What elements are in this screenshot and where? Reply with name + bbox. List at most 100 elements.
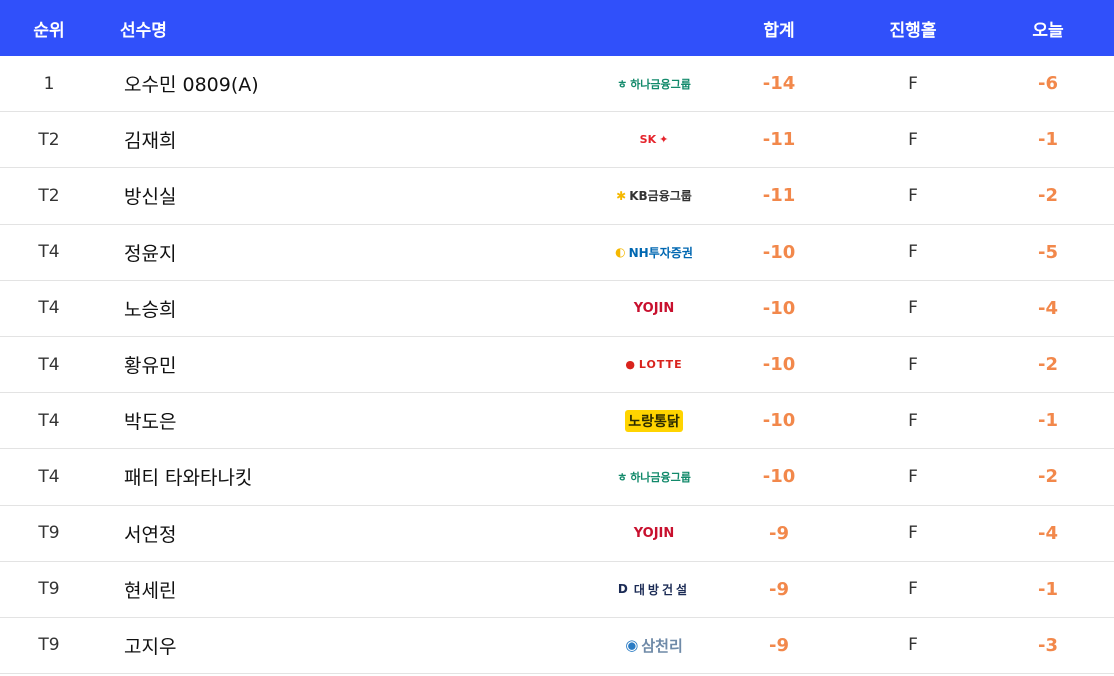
today-score: -2 [1038,354,1058,376]
header-holes: 진행홀 [889,20,937,41]
rank-cell: T9 [38,523,60,544]
nh-logo-icon: ◐ [615,245,626,260]
today-score: -2 [1038,466,1058,488]
sponsor-text: 삼천리 [641,636,683,655]
rank-cell: T4 [38,466,60,487]
table-row[interactable]: 1 오수민 0809(A) ㅎ 하나금융그룹 -14 F -6 [0,56,1114,113]
sponsor-logo: YOJIN [528,526,780,541]
player-name[interactable]: 현세린 [98,576,528,603]
sponsor-text: SK [639,133,657,147]
hana-logo-icon: ㅎ [617,77,628,91]
player-name[interactable]: 정윤지 [98,239,528,266]
sponsor-logo: ◐ NH투자증권 [528,244,780,261]
rank-cell: 1 [43,73,55,94]
sponsor-text: KB금융그룹 [629,189,692,204]
total-score: -11 [762,129,796,151]
sponsor-text: 노랑통닭 [628,413,680,430]
today-score: -4 [1038,522,1058,544]
total-score: -10 [762,410,796,432]
rank-cell: T9 [38,579,60,600]
player-name[interactable]: 패티 타와타나킷 [98,463,528,490]
holes-cell: F [908,523,918,544]
sponsor-logo: ✱ KB금융그룹 [528,187,780,204]
player-name[interactable]: 박도은 [98,407,528,434]
table-row[interactable]: T4 정윤지 ◐ NH투자증권 -10 F -5 [0,225,1114,281]
sponsor-logo: D 대방건설 [528,581,780,598]
today-score: -3 [1038,634,1058,656]
today-score: -1 [1038,129,1058,151]
leaderboard: 순위 선수명 합계 진행홀 오늘 1 오수민 0809(A) ㅎ 하나금융그룹 -14 F… [0,0,1114,675]
table-row[interactable]: T4 노승희 YOJIN -10 F -4 [0,281,1114,337]
total-score: -10 [762,241,796,263]
holes-cell: F [908,354,918,375]
today-score: -5 [1038,241,1058,263]
sponsor-text: 하나금융그룹 [630,470,691,484]
today-score: -2 [1038,185,1058,207]
sponsor-text: YOJIN [633,525,675,541]
table-row[interactable]: T9 현세린 D 대방건설 -9 F -1 [0,562,1114,618]
total-score: -10 [762,466,796,488]
table-row[interactable]: T4 황유민 ● LOTTE -10 F -2 [0,337,1114,394]
today-score: -1 [1038,578,1058,600]
today-score: -6 [1038,73,1058,95]
holes-cell: F [908,242,918,263]
header-total: 합계 [763,20,795,41]
today-score: -4 [1038,297,1058,319]
table-row[interactable]: T2 방신실 ✱ KB금융그룹 -11 F -2 [0,168,1114,225]
holes-cell: F [908,73,918,94]
player-name[interactable]: 김재희 [98,126,528,153]
sponsor-text: LOTTE [638,358,683,372]
holes-cell: F [908,466,918,487]
rank-cell: T4 [38,298,60,319]
player-name[interactable]: 황유민 [98,351,528,378]
today-score: -1 [1038,410,1058,432]
sponsor-logo: ● LOTTE [528,358,780,371]
holes-cell: F [908,298,918,319]
header-rank: 순위 [33,20,65,41]
hana-logo-icon: ㅎ [617,470,628,484]
header-player: 선수명 [120,20,167,41]
table-row[interactable]: T4 패티 타와타나킷 ㅎ 하나금융그룹 -10 F -2 [0,449,1114,506]
total-score: -9 [769,578,789,600]
leaderboard-rows: 1 오수민 0809(A) ㅎ 하나금융그룹 -14 F -6 T2 김재희 SK ✦ -11 F -1 T… [0,56,1114,675]
sponsor-logo: ㅎ 하나금융그룹 [528,469,780,485]
player-name[interactable]: 노승희 [98,295,528,322]
sponsor-text: 하나금융그룹 [630,77,691,91]
sponsor-text: YOJIN [633,300,675,316]
sponsor-text: NH투자증권 [628,245,693,260]
sponsor-text: 대방건설 [633,582,691,597]
holes-cell: F [908,635,918,656]
player-name[interactable]: 오수민 0809(A) [98,70,528,97]
total-score: -9 [769,522,789,544]
player-name[interactable]: 방신실 [98,182,528,209]
rank-cell: T9 [38,635,60,656]
leaderboard-header: 순위 선수명 합계 진행홀 오늘 [0,0,1114,56]
sponsor-logo: ㅎ 하나금융그룹 [528,76,780,92]
sponsor-logo: ◉ 삼천리 [528,635,780,656]
total-score: -14 [762,73,796,95]
total-score: -9 [769,634,789,656]
lotte-logo-icon: ● [625,358,636,372]
total-score: -10 [762,354,796,376]
rank-cell: T4 [38,242,60,263]
holes-cell: F [908,129,918,150]
samchully-globe-icon: ◉ [625,636,639,655]
kb-star-icon: ✱ [616,188,627,203]
table-row[interactable]: T9 고지우 ◉ 삼천리 -9 F -3 [0,618,1114,675]
holes-cell: F [908,185,918,206]
table-row[interactable]: T9 서연정 YOJIN -9 F -4 [0,506,1114,562]
sponsor-logo: YOJIN [528,301,780,316]
rank-cell: T2 [38,185,60,206]
player-name[interactable]: 서연정 [98,520,528,547]
total-score: -11 [762,185,796,207]
header-today: 오늘 [1032,20,1064,41]
rank-cell: T4 [38,354,60,375]
player-name[interactable]: 고지우 [98,632,528,659]
rank-cell: T2 [38,129,60,150]
sk-butterfly-icon: ✦ [659,133,669,147]
holes-cell: F [908,579,918,600]
table-row[interactable]: T4 박도은 노랑통닭 -10 F -1 [0,393,1114,450]
table-row[interactable]: T2 김재희 SK ✦ -11 F -1 [0,112,1114,169]
rank-cell: T4 [38,410,60,431]
holes-cell: F [908,410,918,431]
